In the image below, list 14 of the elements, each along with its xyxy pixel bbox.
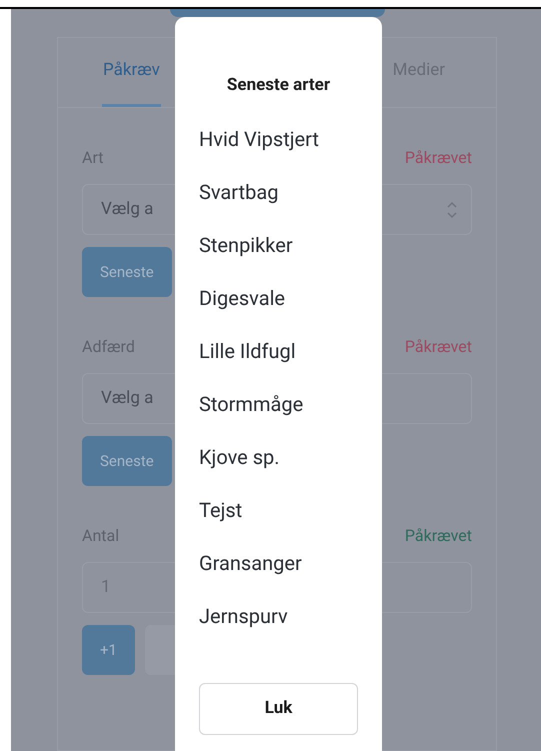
- species-item[interactable]: Kjove sp.: [199, 430, 358, 484]
- required-label: Påkrævet: [404, 525, 472, 547]
- species-item[interactable]: Gransanger: [199, 536, 358, 590]
- species-item[interactable]: Tejst: [199, 484, 358, 536]
- close-button[interactable]: Luk: [199, 682, 358, 734]
- species-item[interactable]: Hvid Vipstjert: [199, 112, 358, 166]
- species-item[interactable]: Digesvale: [199, 272, 358, 324]
- required-label: Påkrævet: [404, 147, 472, 169]
- species-item[interactable]: Stenpikker: [199, 218, 358, 272]
- chevron-updown-icon: [447, 200, 457, 218]
- dialog-title: Seneste arter: [226, 74, 332, 97]
- required-label: Påkrævet: [404, 336, 472, 358]
- species-item[interactable]: Jernspurv: [199, 590, 358, 642]
- species-item[interactable]: Svartbag: [199, 166, 358, 218]
